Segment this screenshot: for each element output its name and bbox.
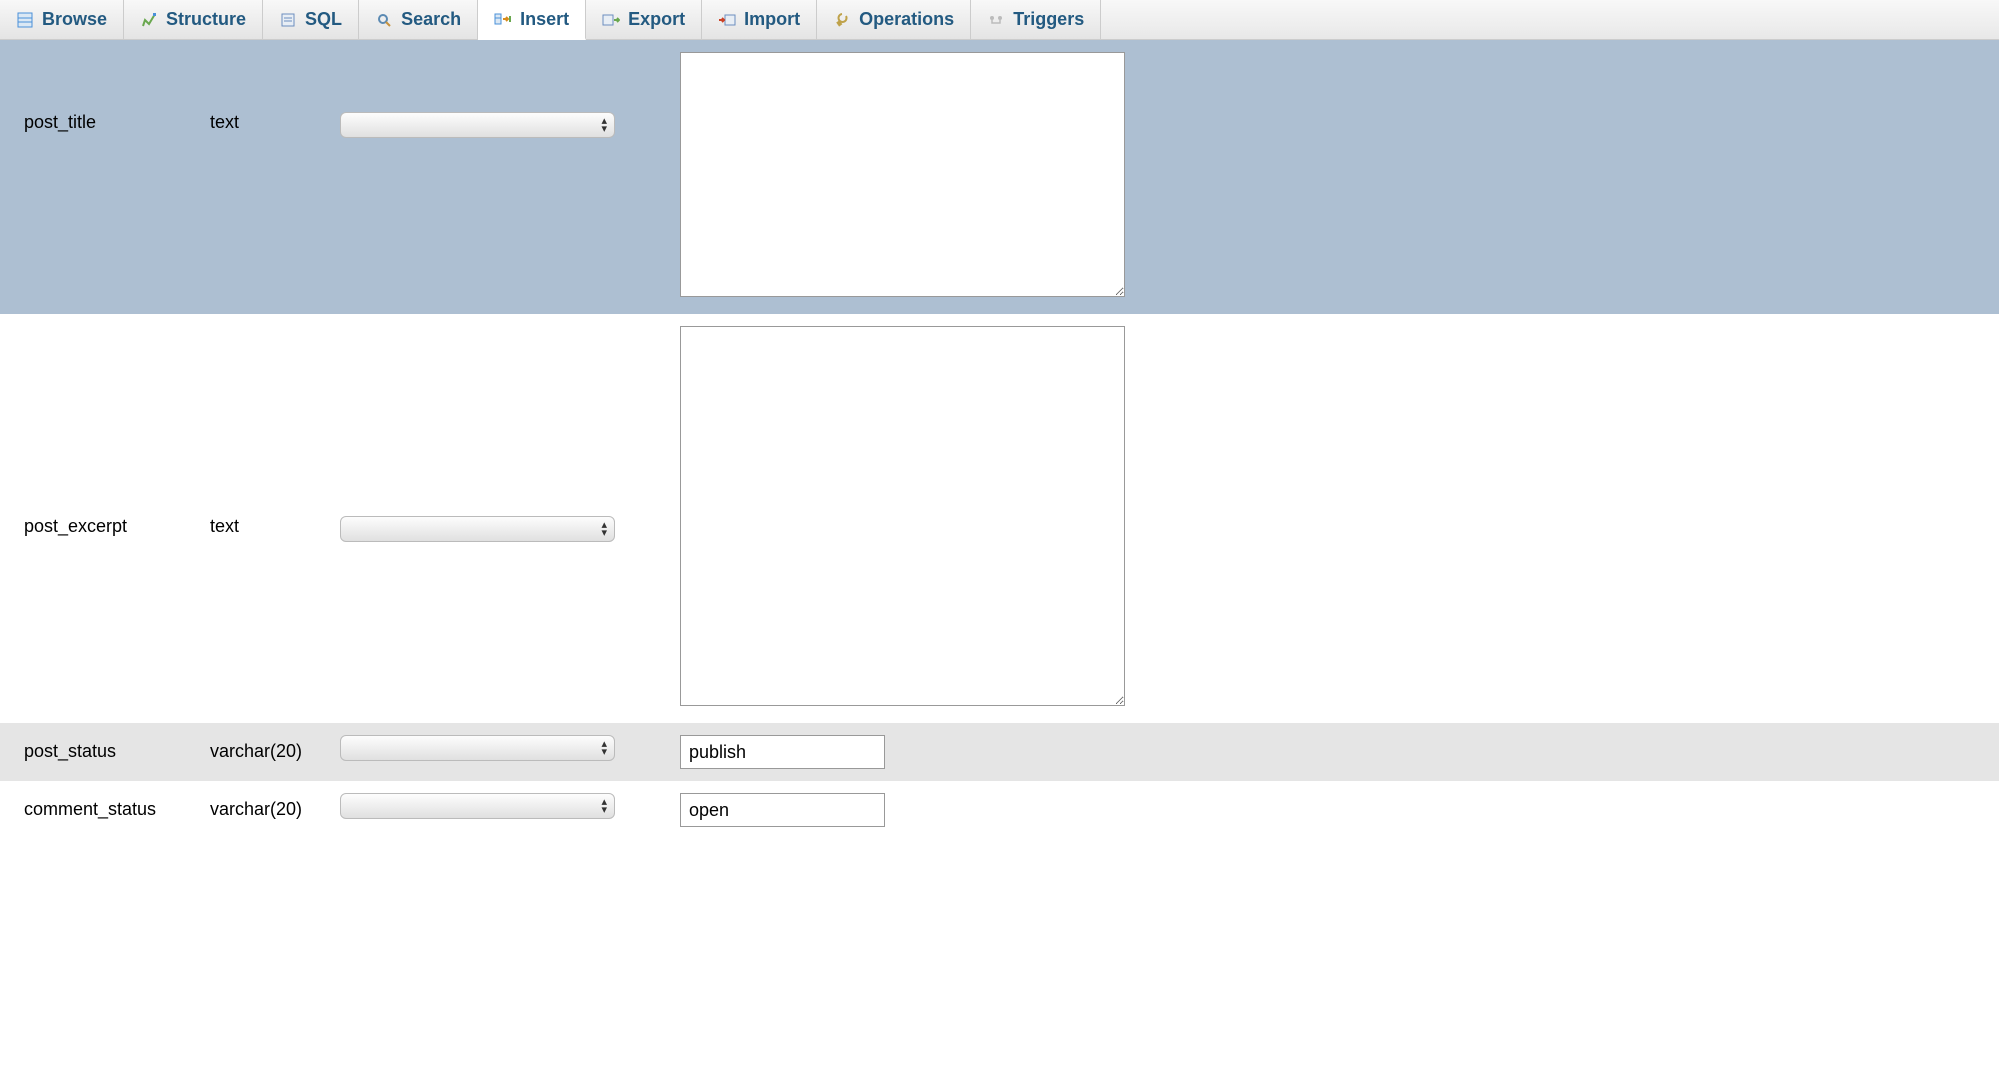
- field-name: post_title: [10, 52, 210, 133]
- function-select-post-title[interactable]: [340, 112, 615, 138]
- triggers-icon: [987, 11, 1005, 29]
- field-name: comment_status: [10, 793, 210, 820]
- field-name: post_excerpt: [10, 326, 210, 537]
- tabbar: Browse Structure SQL Search Insert Expor…: [0, 0, 1999, 40]
- function-select-post-excerpt[interactable]: [340, 516, 615, 542]
- tab-label: Structure: [166, 9, 246, 30]
- tab-label: SQL: [305, 9, 342, 30]
- function-select-post-status[interactable]: [340, 735, 615, 761]
- function-select-comment-status[interactable]: [340, 793, 615, 819]
- field-type: text: [210, 326, 340, 537]
- tab-operations[interactable]: Operations: [817, 0, 971, 39]
- tab-sql[interactable]: SQL: [263, 0, 359, 39]
- tab-label: Triggers: [1013, 9, 1084, 30]
- tab-import[interactable]: Import: [702, 0, 817, 39]
- field-type: text: [210, 52, 340, 133]
- tab-triggers[interactable]: Triggers: [971, 0, 1101, 39]
- tab-structure[interactable]: Structure: [124, 0, 263, 39]
- field-row-post-status: post_status varchar(20) ▴▾: [0, 723, 1999, 781]
- sql-icon: [279, 11, 297, 29]
- insert-icon: [494, 10, 512, 28]
- search-icon: [375, 11, 393, 29]
- tab-insert[interactable]: Insert: [478, 0, 586, 40]
- import-icon: [718, 11, 736, 29]
- tab-export[interactable]: Export: [586, 0, 702, 39]
- field-name: post_status: [10, 735, 210, 762]
- value-textarea-post-title[interactable]: [680, 52, 1125, 297]
- export-icon: [602, 11, 620, 29]
- field-row-post-title: post_title text ▴▾: [0, 40, 1999, 314]
- structure-icon: [140, 11, 158, 29]
- value-input-post-status[interactable]: [680, 735, 885, 769]
- field-row-post-excerpt: post_excerpt text ▴▾: [0, 314, 1999, 723]
- field-type: varchar(20): [210, 793, 340, 820]
- tab-label: Browse: [42, 9, 107, 30]
- tab-label: Operations: [859, 9, 954, 30]
- value-textarea-post-excerpt[interactable]: [680, 326, 1125, 706]
- tab-label: Search: [401, 9, 461, 30]
- operations-icon: [833, 11, 851, 29]
- value-input-comment-status[interactable]: [680, 793, 885, 827]
- browse-icon: [16, 11, 34, 29]
- field-type: varchar(20): [210, 735, 340, 762]
- tab-label: Export: [628, 9, 685, 30]
- tab-search[interactable]: Search: [359, 0, 478, 39]
- tab-label: Import: [744, 9, 800, 30]
- tab-browse[interactable]: Browse: [0, 0, 124, 39]
- tab-label: Insert: [520, 9, 569, 30]
- field-row-comment-status: comment_status varchar(20) ▴▾: [0, 781, 1999, 839]
